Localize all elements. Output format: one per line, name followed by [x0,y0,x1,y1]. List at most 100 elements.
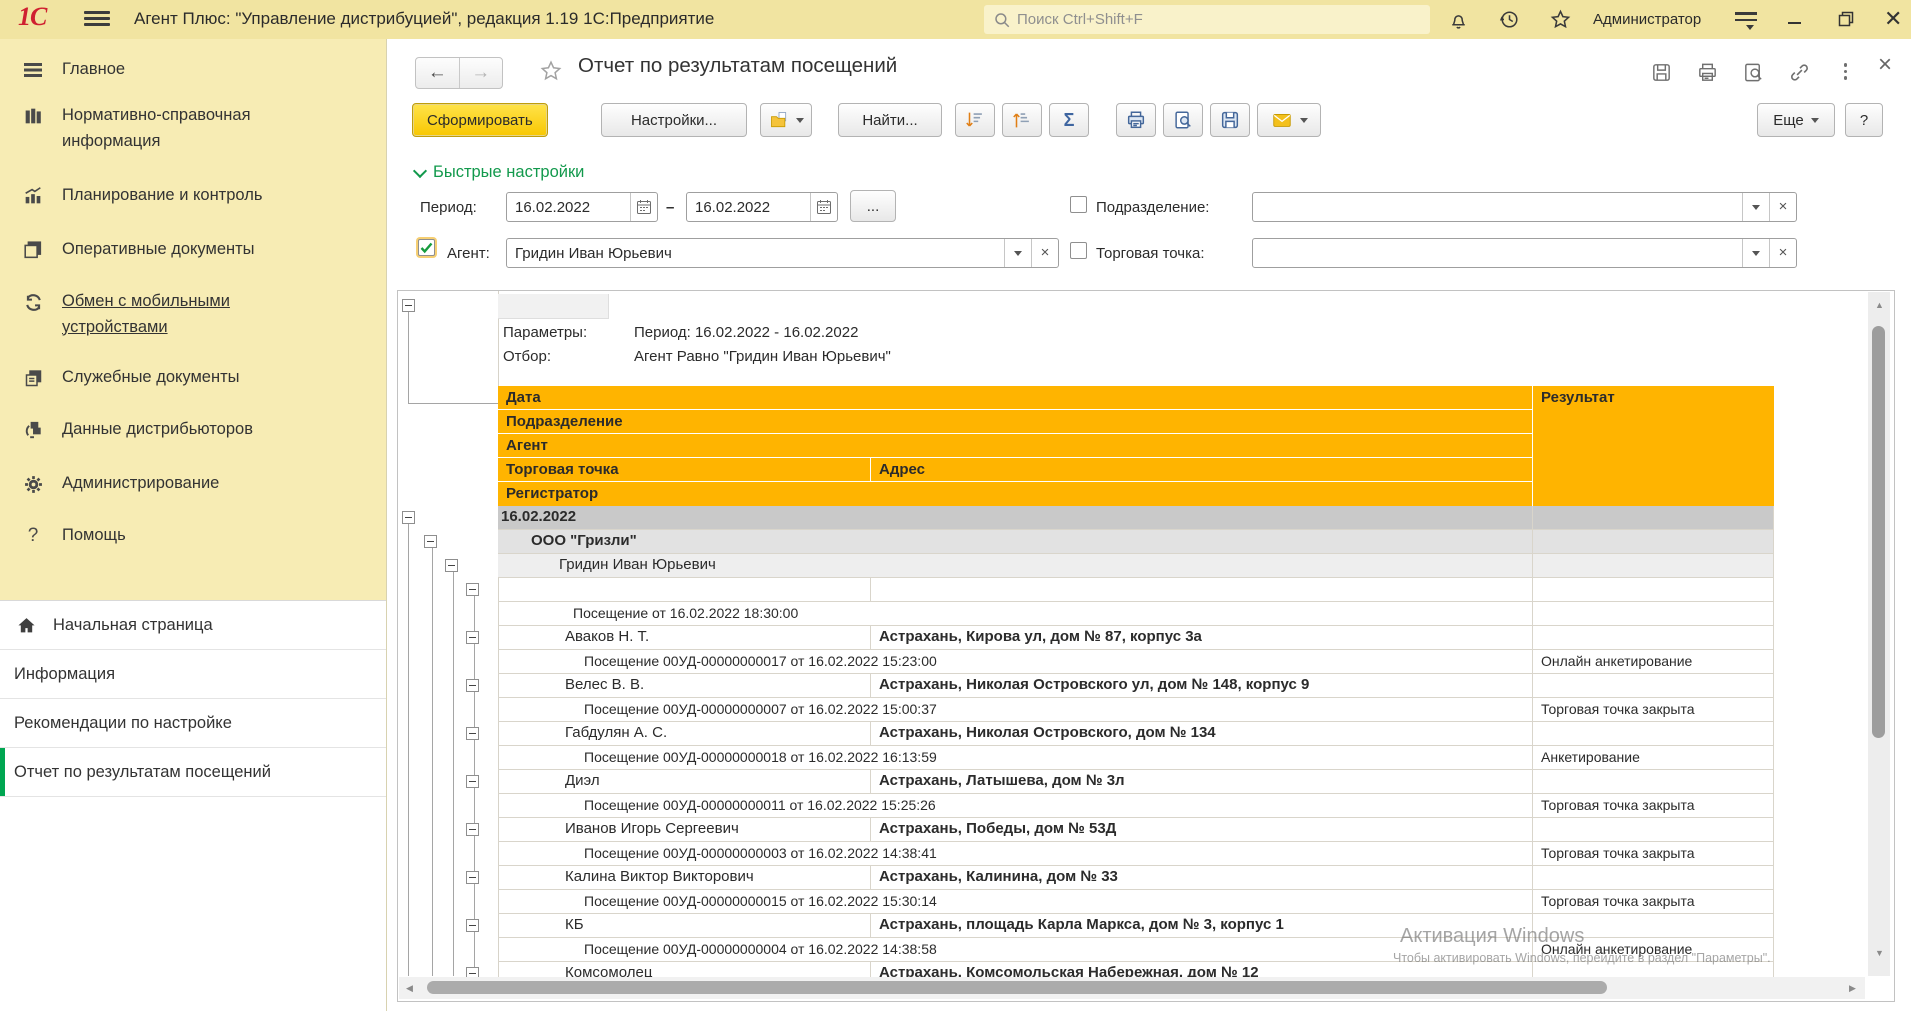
more-button[interactable]: Еще [1757,103,1835,137]
result-cell[interactable] [1532,722,1774,745]
horizontal-scrollbar[interactable]: ◀ ▶ [399,977,1865,999]
report-row[interactable]: Калина Виктор Викторович Астрахань, Калин… [498,866,1774,890]
report-row[interactable]: Посещение 00УД-00000000007 от 16.02.2022… [498,698,1774,722]
result-cell[interactable] [1532,626,1774,649]
sort-descending-button[interactable] [955,103,995,137]
outlet-name-cell[interactable]: Диэл [498,770,871,793]
result-cell[interactable] [1532,506,1774,529]
report-row[interactable]: Диэл Астрахань, Латышева, дом № 3л [498,770,1774,794]
quick-settings-toggle[interactable]: Быстрые настройки [412,163,584,182]
outlet-address-cell[interactable]: Астрахань, площадь Карла Маркса, дом № 3… [871,914,1532,937]
clear-field-icon[interactable]: × [1769,193,1796,221]
report-row[interactable]: Аваков Н. Т. Астрахань, Кирова ул, дом № … [498,626,1774,650]
period-more-button[interactable]: ... [850,190,896,222]
collapse-box[interactable] [466,823,479,836]
chevron-down-icon[interactable] [1004,239,1031,267]
result-cell[interactable] [1532,866,1774,889]
result-cell[interactable] [1532,578,1774,601]
collapse-box[interactable] [466,727,479,740]
chevron-down-icon[interactable] [1742,193,1769,221]
settings-button[interactable]: Настройки... [601,103,747,137]
report-row[interactable]: Посещение от 16.02.2022 18:30:00 [498,602,1774,626]
collapse-box[interactable] [466,631,479,644]
notifications-bell-icon[interactable] [1447,8,1470,31]
header-department-cell[interactable]: Подразделение [498,410,1532,434]
header-outlet-cell[interactable]: Торговая точка [498,458,871,481]
outlet-name-cell[interactable]: Габдулян А. С. [498,722,871,745]
row-text-cell[interactable]: Посещение 00УД-00000000007 от 16.02.2022… [498,698,1532,721]
period-to-input[interactable]: 16.02.2022 [686,192,838,222]
scroll-right-icon[interactable]: ▶ [1849,983,1856,994]
scroll-down-icon[interactable]: ▼ [1875,948,1884,958]
outlet-name-cell[interactable]: Велес В. В. [498,674,871,697]
back-button[interactable]: ← [416,58,460,88]
outlet-name-cell[interactable] [498,578,871,601]
link-icon[interactable] [1788,61,1811,84]
sidebar-item-administration[interactable]: Администрирование [20,471,219,497]
row-text-cell[interactable]: Посещение от 16.02.2022 18:30:00 [498,602,1532,625]
outlet-name-cell[interactable]: Иванов Игорь Сергеевич [498,818,871,841]
result-cell[interactable] [1532,914,1774,937]
save-icon[interactable] [1650,61,1673,84]
current-user[interactable]: Администратор [1593,11,1701,28]
period-from-input[interactable]: 16.02.2022 [506,192,658,222]
outlet-address-cell[interactable]: Астрахань, Николая Островского ул, дом №… [871,674,1532,697]
close-report-icon[interactable]: × [1878,51,1892,79]
result-cell[interactable] [1532,770,1774,793]
result-cell[interactable] [1532,674,1774,697]
sidebar-item-information[interactable]: Информация [0,650,386,699]
result-cell[interactable]: Торговая точка закрыта [1532,698,1774,721]
collapse-box[interactable] [445,559,458,572]
outlet-checkbox[interactable] [1070,242,1087,259]
sidebar-item-planning[interactable]: Планирование и контроль [20,183,262,209]
result-cell[interactable]: Онлайн анкетирование [1532,938,1774,961]
report-row[interactable]: Велес В. В. Астрахань, Николая Островског… [498,674,1774,698]
window-close-icon[interactable]: ✕ [1884,6,1902,32]
collapse-box[interactable] [466,775,479,788]
scroll-up-icon[interactable]: ▲ [1875,300,1884,310]
outlet-name-cell[interactable]: КБ [498,914,871,937]
calendar-icon[interactable] [810,193,837,221]
row-text-cell[interactable]: ООО "Гризли" [498,530,1532,553]
report-row[interactable]: Посещение 00УД-00000000015 от 16.02.2022… [498,890,1774,914]
more-menu-icon[interactable] [1834,63,1857,86]
agent-checkbox[interactable] [418,239,435,256]
main-menu-icon[interactable] [84,11,110,27]
sort-ascending-button[interactable] [1002,103,1042,137]
clear-field-icon[interactable]: × [1769,239,1796,267]
row-text-cell[interactable]: Посещение 00УД-00000000004 от 16.02.2022… [498,938,1532,961]
header-result-cell[interactable]: Результат [1532,386,1774,506]
result-cell[interactable] [1532,530,1774,553]
outlet-name-cell[interactable]: Аваков Н. Т. [498,626,871,649]
sidebar-item-recommendations[interactable]: Рекомендации по настройке [0,699,386,748]
result-cell[interactable]: Торговая точка закрыта [1532,794,1774,817]
find-button[interactable]: Найти... [838,103,942,137]
collapse-box[interactable] [466,871,479,884]
collapse-box[interactable] [466,679,479,692]
outlet-address-cell[interactable]: Астрахань, Победы, дом № 53Д [871,818,1532,841]
result-cell[interactable]: Анкетирование [1532,746,1774,769]
outlet-address-cell[interactable]: Астрахань, Калинина, дом № 33 [871,866,1532,889]
report-row[interactable]: Иванов Игорь Сергеевич Астрахань, Победы,… [498,818,1774,842]
result-cell[interactable] [1532,554,1774,577]
collapse-box[interactable] [424,535,437,548]
result-cell[interactable] [1532,602,1774,625]
result-cell[interactable]: Торговая точка закрыта [1532,890,1774,913]
preview-icon[interactable] [1742,61,1765,84]
report-row[interactable]: Посещение 00УД-00000000017 от 16.02.2022… [498,650,1774,674]
row-text-cell[interactable]: Посещение 00УД-00000000015 от 16.02.2022… [498,890,1532,913]
window-restore-button[interactable] [1838,11,1854,27]
print-button[interactable] [1116,103,1156,137]
report-row[interactable]: Посещение 00УД-00000000004 от 16.02.2022… [498,938,1774,962]
generate-button[interactable]: Сформировать [412,103,548,137]
outlet-select[interactable]: × [1252,238,1797,268]
copy-settings-dropdown-button[interactable] [760,103,812,137]
collapse-box[interactable] [466,919,479,932]
favorite-star-icon[interactable] [539,59,563,83]
outlet-address-cell[interactable]: Астрахань, Николая Островского, дом № 13… [871,722,1532,745]
report-row[interactable]: Гридин Иван Юрьевич [498,554,1774,578]
report-row[interactable] [498,578,1774,602]
global-search-input[interactable]: Поиск Ctrl+Shift+F [984,5,1430,34]
outlet-address-cell[interactable]: Астрахань, Латышева, дом № 3л [871,770,1532,793]
outlet-address-cell[interactable]: Астрахань, Кирова ул, дом № 87, корпус 3… [871,626,1532,649]
